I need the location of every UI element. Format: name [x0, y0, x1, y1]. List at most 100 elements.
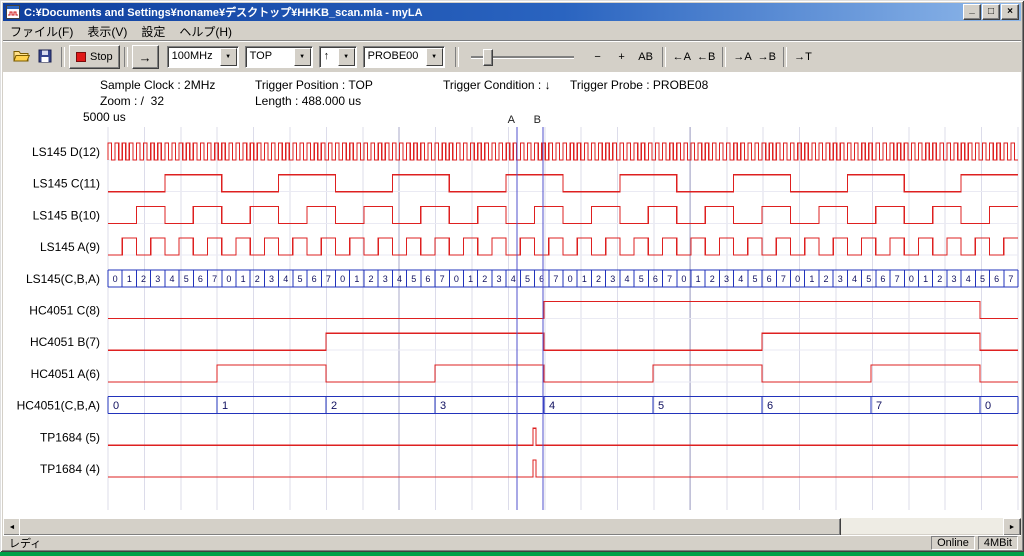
bus-value: 3 — [269, 274, 274, 284]
goto-b-right-button[interactable]: →B — [755, 46, 779, 68]
statusbar: レディ Online 4MBit — [3, 535, 1021, 550]
bus-value: 6 — [653, 274, 658, 284]
bus-value: 1 — [222, 400, 228, 412]
minimize-icon: _ — [969, 5, 975, 15]
toolbar-separator — [662, 47, 666, 67]
menu-help[interactable]: ヘルプ(H) — [172, 22, 239, 41]
signal-trace — [108, 333, 1018, 350]
bus-value: 6 — [198, 274, 203, 284]
trigger-edge-value: ↑ — [320, 47, 337, 67]
bus-value: 3 — [724, 274, 729, 284]
run-button[interactable]: → — [132, 45, 159, 69]
app-window: C:¥Documents and Settings¥noname¥デスクトップ¥… — [0, 0, 1024, 552]
bus-value: 4 — [283, 274, 288, 284]
dropdown-arrow-icon[interactable]: ▼ — [338, 48, 355, 66]
bus-value: 4 — [852, 274, 857, 284]
save-icon — [38, 49, 52, 66]
status-ready: レディ — [3, 535, 931, 551]
bus-value: 3 — [497, 274, 502, 284]
minimize-button[interactable]: _ — [963, 4, 981, 20]
signal-trace — [108, 143, 1018, 160]
bus-value: 5 — [297, 274, 302, 284]
goto-trigger-button[interactable]: →T — [791, 46, 815, 68]
cursor-label-a: A — [508, 114, 516, 126]
bus-value: 0 — [226, 274, 231, 284]
scroll-left-icon: ◄ — [9, 524, 16, 531]
bus-value: 2 — [596, 274, 601, 284]
toolbar-separator — [61, 47, 65, 67]
cursor-label-b: B — [534, 114, 541, 126]
zoom-out-button[interactable]: − — [586, 46, 610, 68]
bus-value: 2 — [824, 274, 829, 284]
window-controls: _ □ × — [963, 4, 1019, 20]
bus-value: 4 — [624, 274, 629, 284]
run-icon: → — [139, 50, 152, 65]
toolbar-separator — [783, 47, 787, 67]
channel-label: LS145 A(9) — [40, 240, 100, 254]
horizontal-scrollbar[interactable]: ◄ ► — [3, 518, 1021, 534]
toolbar-separator — [722, 47, 726, 67]
scroll-right-button[interactable]: ► — [1003, 518, 1021, 536]
bus-value: 4 — [169, 274, 174, 284]
ab-button[interactable]: AB — [634, 46, 658, 68]
bus-value: 0 — [985, 400, 991, 412]
menu-settings[interactable]: 設定 — [134, 22, 172, 41]
stop-button[interactable]: Stop — [69, 45, 120, 69]
bus-value: 3 — [610, 274, 615, 284]
goto-a-right-button[interactable]: →A — [730, 46, 754, 68]
bus-value: 7 — [895, 274, 900, 284]
menu-view[interactable]: 表示(V) — [80, 22, 134, 41]
waveform-canvas[interactable]: LS145 D(12)LS145 C(11)LS145 B(10)LS145 A… — [3, 72, 1021, 518]
bus-value: 4 — [966, 274, 971, 284]
close-button[interactable]: × — [1001, 4, 1019, 20]
waveform-panel: Sample Clock : 2MHz Trigger Position : T… — [3, 72, 1021, 518]
menu-file[interactable]: ファイル(F) — [3, 22, 80, 41]
maximize-button[interactable]: □ — [982, 4, 1000, 20]
signal-trace — [108, 206, 1018, 223]
bus-value: 2 — [369, 274, 374, 284]
bus-value: 1 — [923, 274, 928, 284]
bus-value: 5 — [639, 274, 644, 284]
dropdown-arrow-icon[interactable]: ▼ — [294, 48, 311, 66]
bus-value: 1 — [582, 274, 587, 284]
bus-value: 7 — [876, 400, 882, 412]
bus-value: 0 — [340, 274, 345, 284]
bus-value: 7 — [781, 274, 786, 284]
titlebar[interactable]: C:¥Documents and Settings¥noname¥デスクトップ¥… — [3, 3, 1021, 21]
scrollbar-thumb[interactable] — [19, 518, 841, 536]
bus-value: 5 — [658, 400, 664, 412]
save-button[interactable] — [33, 46, 57, 68]
trigger-position-combo[interactable]: TOP ▼ — [245, 46, 313, 68]
probe-combo[interactable]: PROBE00 ▼ — [363, 46, 445, 68]
bus-value: 2 — [255, 274, 260, 284]
goto-a-left-button[interactable]: ←A — [670, 46, 694, 68]
sample-rate-combo[interactable]: 100MHz ▼ — [167, 46, 239, 68]
bus-value: 5 — [184, 274, 189, 284]
bus-value: 1 — [696, 274, 701, 284]
stop-label: Stop — [90, 51, 113, 63]
zoom-slider[interactable] — [467, 46, 582, 68]
channel-label: TP1684 (5) — [40, 430, 100, 444]
stop-icon — [76, 52, 86, 62]
bus-value: 3 — [155, 274, 160, 284]
signal-trace — [108, 365, 1018, 382]
goto-b-left-button[interactable]: ←B — [694, 46, 718, 68]
bus-value: 7 — [1008, 274, 1013, 284]
zoom-slider-thumb[interactable] — [483, 49, 493, 66]
bus-value: 2 — [710, 274, 715, 284]
dropdown-arrow-icon[interactable]: ▼ — [220, 48, 237, 66]
bus-value: 0 — [795, 274, 800, 284]
toolbar-separator — [455, 47, 459, 67]
bus-value: 2 — [331, 400, 337, 412]
app-icon — [6, 5, 20, 19]
open-button[interactable] — [9, 46, 33, 68]
channel-label: HC4051 C(8) — [29, 304, 100, 318]
trigger-edge-combo[interactable]: ↑ ▼ — [319, 46, 357, 68]
zoom-in-button[interactable]: + — [610, 46, 634, 68]
bus-value: 0 — [681, 274, 686, 284]
dropdown-arrow-icon[interactable]: ▼ — [426, 48, 443, 66]
scroll-right-icon: ► — [1009, 524, 1016, 531]
bus-value: 3 — [383, 274, 388, 284]
bus-value: 5 — [752, 274, 757, 284]
channel-label: LS145 C(11) — [33, 177, 100, 191]
